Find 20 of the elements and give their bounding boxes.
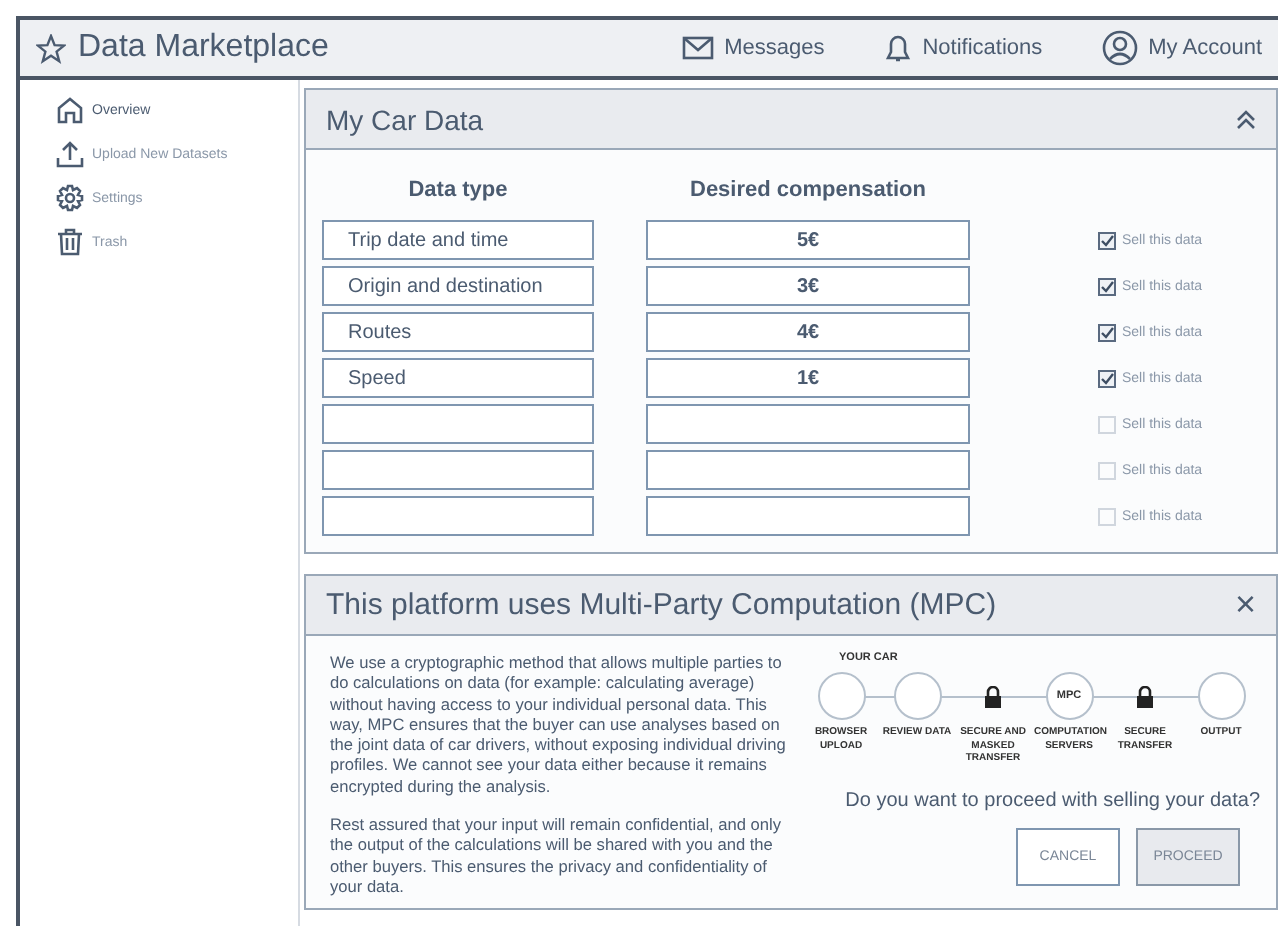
dialog-title: This platform uses Multi-Party Computation (MPC) [326,588,997,622]
data-type-field[interactable]: Speed [322,358,594,398]
compensation-field[interactable]: 1€ [646,358,970,398]
nav-link[interactable]: Messages [724,36,825,60]
column-header: Desired compensation [688,178,928,206]
app-title: Data Marketplace [78,30,329,66]
data-type-field[interactable]: Trip date and time [322,220,594,260]
column-header: Data type [406,178,510,206]
nav-link[interactable]: Notifications [922,36,1043,60]
compensation-field[interactable]: 3€ [646,266,970,306]
compensation-field[interactable]: 4€ [646,312,970,352]
info-paragraph: Rest assured that your input will remain confidential, and only the output of the calculations will be shared with you and the other buyers. This ensures the privacy and confidentiality of your data. [330,814,784,897]
compensation-field[interactable]: 5€ [646,220,970,260]
data-type-field[interactable]: Routes [322,312,594,352]
info-paragraph: We use a cryptographic method that allows multiple parties to do calculations on data (for example: calculating average) without having access to your individual personal data. This way, MPC ensures that the buyer can use analyses based on the joint data of car drivers, without exposing individual driving profiles. We cannot see your data either because it remains encrypted during the analysis. [330,652,788,797]
data-type-field[interactable]: Origin and destination [322,266,594,306]
close-button[interactable]: × [1234,584,1256,626]
nav-link[interactable]: My Account [1148,36,1262,60]
panel-title: My Car Data [326,103,484,135]
question-text: Do you want to proceed with selling your data? [845,789,1260,811]
